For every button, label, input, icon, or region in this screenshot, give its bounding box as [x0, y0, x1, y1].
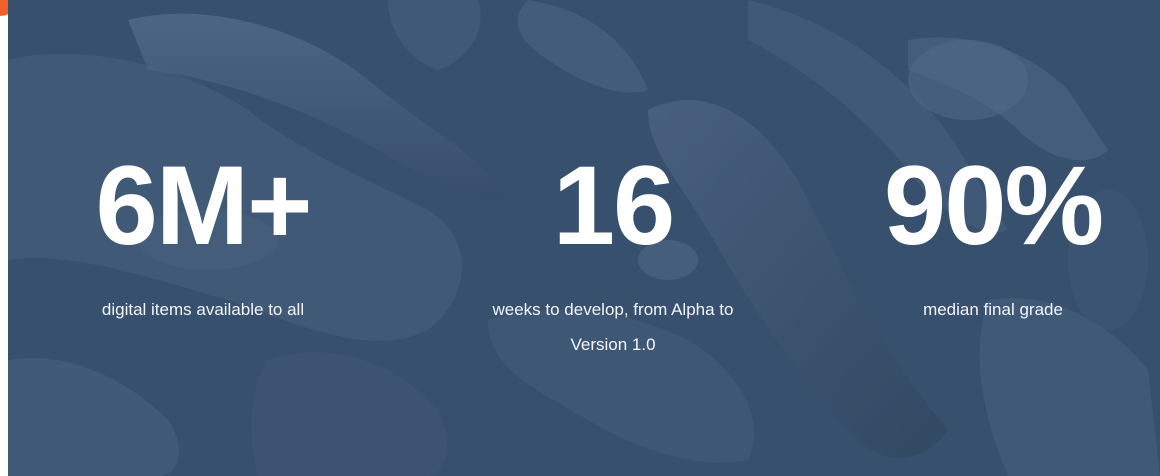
- stat-items: 6M+ digital items available to all: [43, 150, 363, 327]
- stat-weeks-caption: weeks to develop, from Alpha to Version …: [438, 292, 788, 362]
- stat-items-caption: digital items available to all: [101, 300, 305, 319]
- stat-grade: 90% median final grade: [833, 150, 1153, 327]
- stat-grade-number: 90%: [883, 143, 1104, 268]
- stat-weeks-caption-line-1: weeks to develop, from Alpha to: [492, 300, 734, 319]
- stat-weeks: 16 weeks to develop, from Alpha to Versi…: [438, 150, 788, 362]
- hero-background: 6M+ digital items available to all 16 we…: [8, 0, 1160, 476]
- stat-grade-caption: median final grade: [923, 300, 1063, 319]
- stat-items-number: 6M+: [95, 143, 313, 268]
- stat-weeks-number: 16: [552, 143, 676, 268]
- stats-banner: 6M+ digital items available to all 16 we…: [0, 0, 1160, 476]
- stat-weeks-caption-line-2: Version 1.0: [570, 335, 656, 354]
